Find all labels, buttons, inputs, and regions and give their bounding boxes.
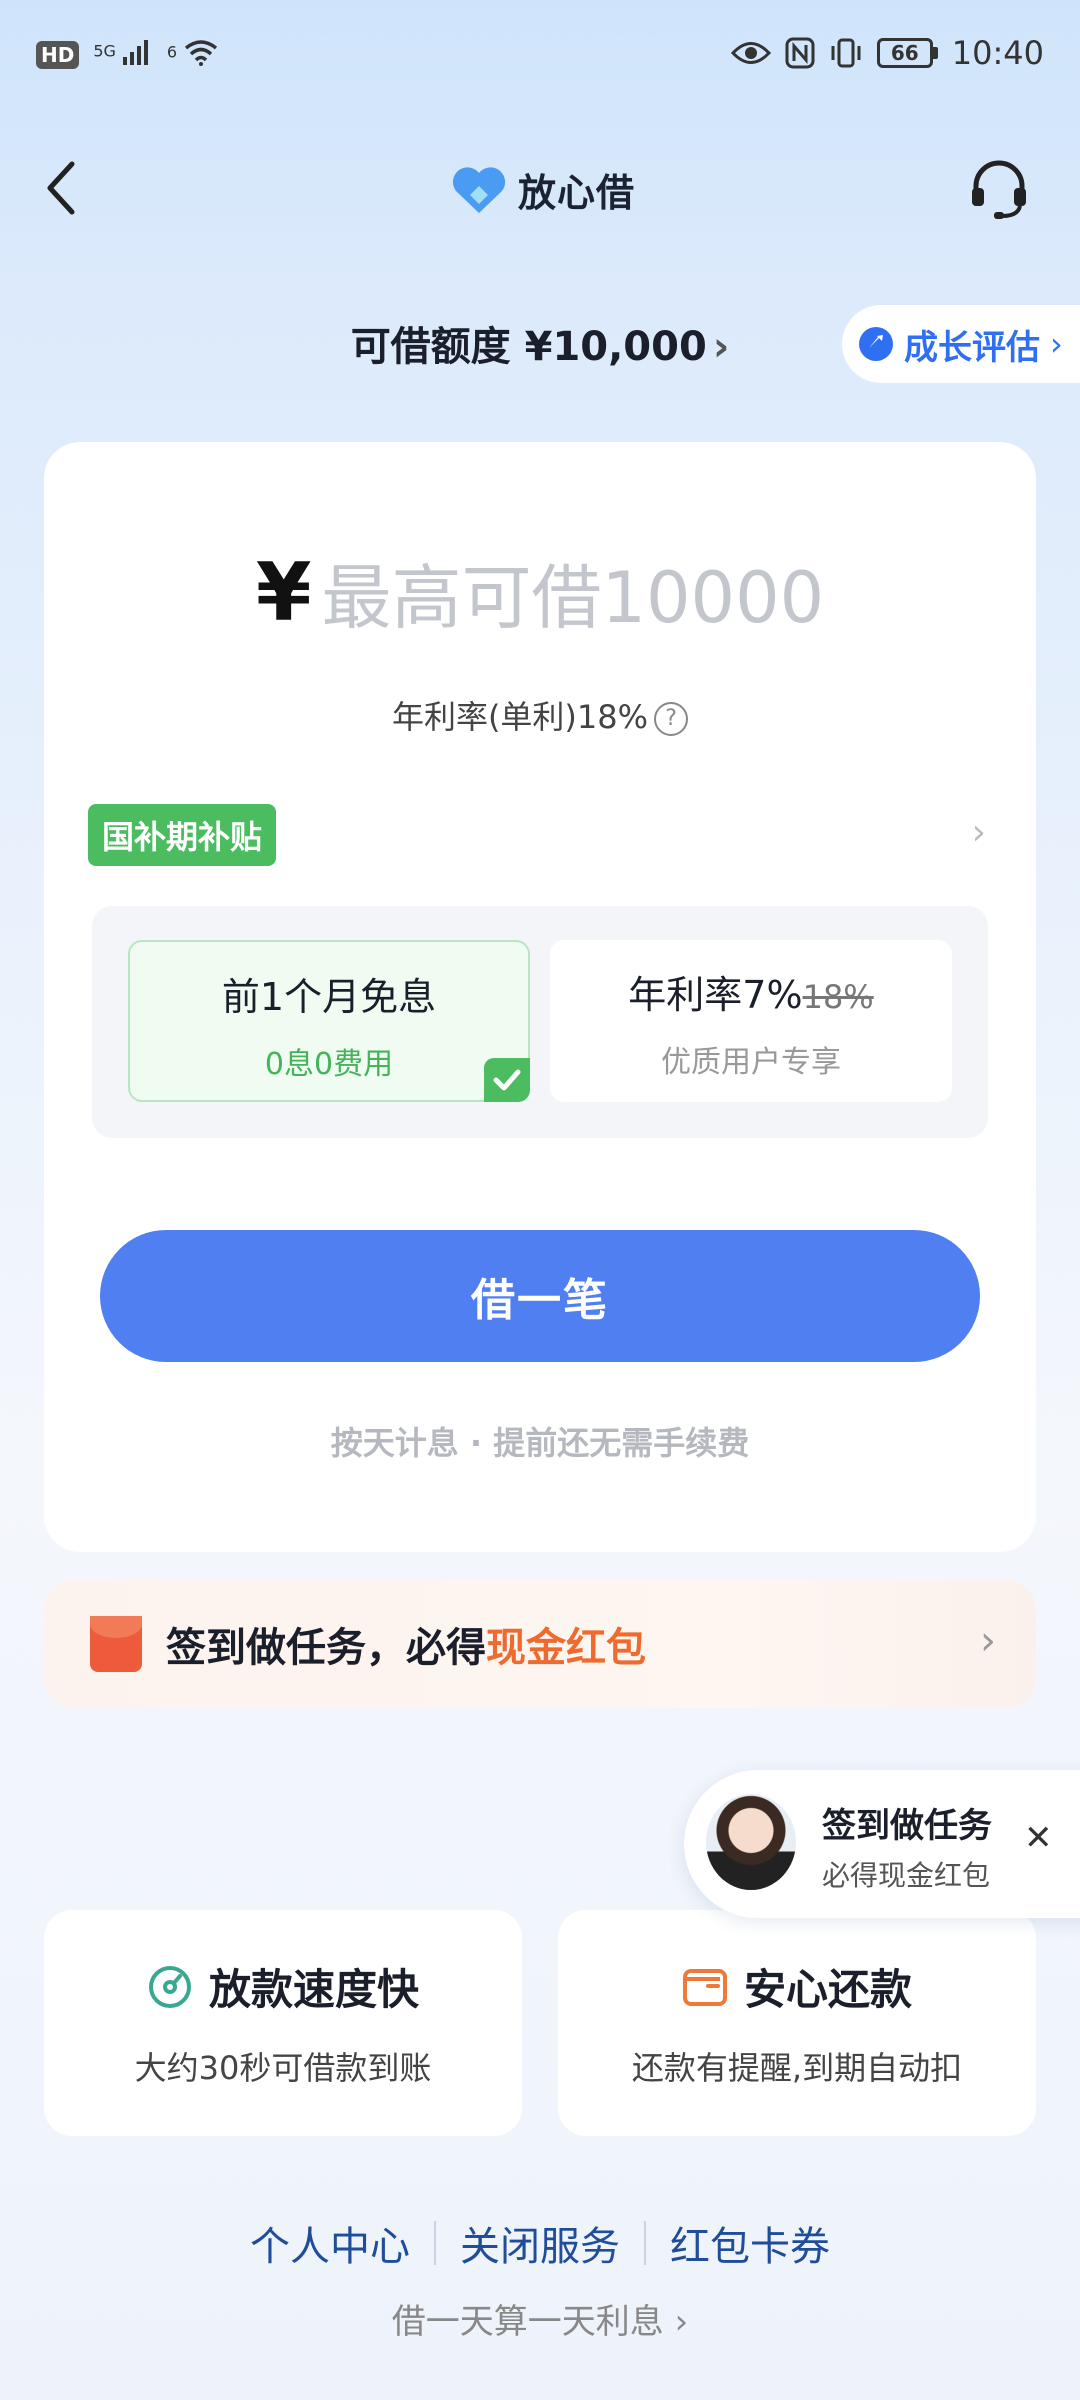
offer-subtitle: 0息0费用 bbox=[264, 1047, 394, 1082]
divider bbox=[434, 2221, 436, 2265]
battery-icon: 66 bbox=[876, 38, 938, 68]
brand: 放心借 bbox=[450, 162, 635, 217]
offer-options: 前1个月免息 0息0费用 年利率7%18% 优质用户专享 bbox=[92, 906, 988, 1138]
status-bar: HD 5G 6 66 10:40 bbox=[0, 0, 1080, 118]
link-personal-center[interactable]: 个人中心 bbox=[250, 2214, 410, 2272]
nfc-icon bbox=[785, 37, 815, 69]
eye-icon bbox=[730, 42, 771, 64]
chevron-right-icon: › bbox=[712, 324, 730, 370]
task-popup[interactable]: 签到做任务 必得现金红包 ✕ bbox=[684, 1770, 1080, 1918]
interest-rate-text: 年利率(单利)18% bbox=[391, 698, 649, 736]
footer-note[interactable]: 借一天算一天利息 › bbox=[0, 2294, 1080, 2343]
popup-title: 签到做任务 bbox=[822, 1806, 992, 1846]
status-right: 66 10:40 bbox=[730, 34, 1044, 72]
divider bbox=[644, 2221, 646, 2265]
popup-subtitle: 必得现金红包 bbox=[822, 1859, 991, 1892]
status-left: HD 5G 6 bbox=[36, 38, 218, 72]
clock: 10:40 bbox=[951, 34, 1044, 72]
growth-assessment-label: 成长评估 bbox=[904, 327, 1040, 368]
wifi-icon: 6 bbox=[167, 38, 218, 72]
chevron-right-icon: › bbox=[674, 2302, 689, 2342]
task-highlight: 现金红包 bbox=[486, 1625, 646, 1671]
battery-level: 66 bbox=[876, 38, 933, 68]
speedometer-icon bbox=[148, 1965, 191, 2008]
brand-logo-icon bbox=[452, 166, 506, 213]
offer-title: 年利率7%18% bbox=[550, 964, 952, 1019]
chevron-right-icon[interactable]: › bbox=[972, 812, 986, 853]
offer-interest-free[interactable]: 前1个月免息 0息0费用 bbox=[128, 940, 530, 1102]
subsidy-badge: 国补期补贴 bbox=[88, 804, 277, 866]
chevron-right-icon: › bbox=[980, 1618, 996, 1664]
amount-input[interactable]: ¥ 最高可借10000 bbox=[44, 542, 1036, 643]
task-text: 签到做任务，必得 bbox=[166, 1625, 486, 1671]
feature-title-text: 安心还款 bbox=[743, 1965, 912, 2014]
wallet-icon bbox=[682, 1968, 727, 2006]
borrow-button[interactable]: 借一笔 bbox=[100, 1230, 980, 1362]
feature-desc: 还款有提醒,到期自动扣 bbox=[631, 2049, 963, 2087]
headset-icon bbox=[972, 160, 1026, 219]
offer-low-rate[interactable]: 年利率7%18% 优质用户专享 bbox=[550, 940, 952, 1102]
interest-rate: 年利率(单利)18%? bbox=[44, 692, 1036, 738]
offer-original-rate: 18% bbox=[802, 978, 874, 1016]
link-close-service[interactable]: 关闭服务 bbox=[460, 2214, 620, 2272]
red-envelope-icon bbox=[90, 1616, 142, 1672]
footer-note-text: 借一天算一天利息 bbox=[391, 2302, 664, 2342]
footer-links: 个人中心 关闭服务 红包卡券 bbox=[0, 2214, 1080, 2272]
credit-limit-label: 可借额度 ¥10,000 bbox=[350, 324, 707, 370]
close-icon[interactable]: ✕ bbox=[1024, 1818, 1053, 1858]
checkmark-icon bbox=[484, 1058, 530, 1102]
growth-arrow-icon bbox=[859, 327, 893, 361]
wifi-version: 6 bbox=[166, 42, 178, 62]
loan-card: ¥ 最高可借10000 年利率(单利)18%? 国补期补贴 › 前1个月免息 0息… bbox=[44, 442, 1036, 1552]
back-button[interactable] bbox=[40, 158, 84, 218]
avatar bbox=[706, 1794, 796, 1890]
feature-title: 放款速度快 bbox=[44, 1956, 522, 2017]
customer-service-button[interactable] bbox=[968, 158, 1030, 220]
vibrate-icon bbox=[831, 38, 861, 68]
feature-title: 安心还款 bbox=[558, 1956, 1036, 2017]
hd-icon: HD bbox=[36, 41, 80, 69]
growth-assessment-button[interactable]: 成长评估 › bbox=[842, 305, 1080, 383]
task-banner-text: 签到做任务，必得现金红包 bbox=[166, 1615, 646, 1673]
offer-subtitle: 优质用户专享 bbox=[661, 1045, 841, 1080]
borrow-tip: 按天计息 · 提前还无需手续费 bbox=[330, 1424, 750, 1462]
offer-title: 前1个月免息 bbox=[221, 975, 437, 1019]
feature-fast-loan: 放款速度快 大约30秒可借款到账 bbox=[44, 1910, 522, 2136]
task-banner[interactable]: 签到做任务，必得现金红包 › bbox=[44, 1580, 1036, 1708]
network-type: 5G bbox=[93, 41, 116, 61]
signal-icon: 5G bbox=[93, 39, 153, 71]
link-coupons[interactable]: 红包卡券 bbox=[670, 2214, 830, 2272]
feature-title-text: 放款速度快 bbox=[208, 1965, 419, 2014]
currency-symbol: ¥ bbox=[255, 546, 312, 639]
offer-rate: 年利率7% bbox=[628, 973, 803, 1017]
chevron-right-icon: › bbox=[1050, 325, 1063, 363]
feature-safe-repay: 安心还款 还款有提醒,到期自动扣 bbox=[558, 1910, 1036, 2136]
help-icon[interactable]: ? bbox=[654, 702, 689, 736]
back-arrow-icon bbox=[47, 161, 75, 215]
feature-desc: 大约30秒可借款到账 bbox=[134, 2049, 432, 2087]
brand-name: 放心借 bbox=[518, 171, 636, 215]
amount-placeholder: 最高可借10000 bbox=[321, 557, 825, 639]
